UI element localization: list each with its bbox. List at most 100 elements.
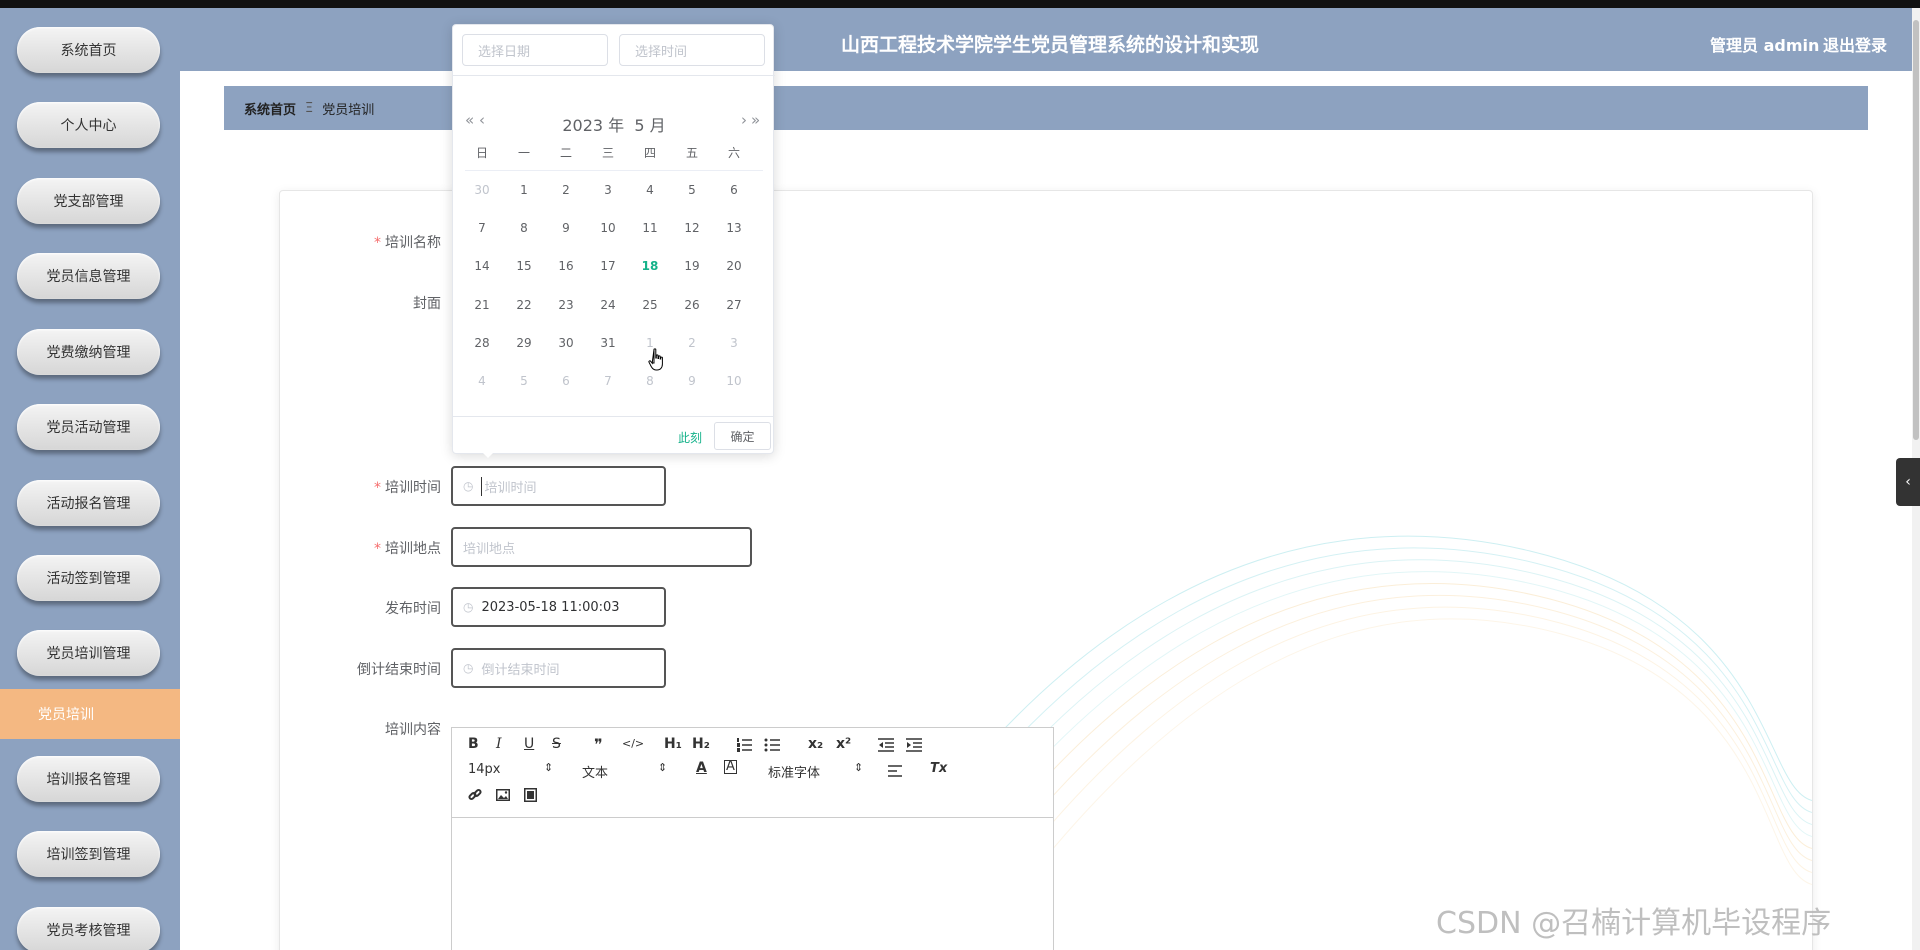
sidebar-item-training-manage[interactable]: 党员培训管理 — [17, 630, 160, 676]
clean-format-button[interactable]: Tx — [930, 761, 947, 776]
calendar-day[interactable]: 7 — [587, 374, 629, 388]
video-icon[interactable] — [524, 788, 537, 802]
calendar-day[interactable]: 6 — [713, 183, 755, 197]
strike-button[interactable]: S — [552, 736, 561, 752]
indent-increase-icon[interactable] — [906, 738, 922, 752]
calendar-day[interactable]: 24 — [587, 298, 629, 312]
calendar-day[interactable]: 3 — [587, 183, 629, 197]
calendar-day[interactable]: 29 — [503, 336, 545, 350]
sidebar-item-activities[interactable]: 党员活动管理 — [17, 404, 160, 450]
calendar-day[interactable]: 28 — [461, 336, 503, 350]
sidebar-item-assessment[interactable]: 党员考核管理 — [17, 907, 160, 950]
calendar-day[interactable]: 19 — [671, 259, 713, 273]
background-color-button[interactable]: A — [724, 760, 737, 774]
picker-month[interactable]: 5 月 — [634, 116, 665, 135]
logout-link[interactable]: 退出登录 — [1823, 32, 1887, 56]
breadcrumb-home[interactable]: 系统首页 — [244, 99, 296, 118]
blockquote-button[interactable]: ❞ — [594, 735, 603, 754]
calendar-day[interactable]: 23 — [545, 298, 587, 312]
bold-button[interactable]: B — [468, 736, 479, 752]
countdown-input[interactable]: ◷ 倒计结束时间 — [451, 648, 666, 688]
sidebar-item-branch[interactable]: 党支部管理 — [17, 178, 160, 224]
calendar-day[interactable]: 5 — [503, 374, 545, 388]
indent-decrease-icon[interactable] — [878, 738, 894, 752]
sidebar-item-dues[interactable]: 党费缴纳管理 — [17, 329, 160, 375]
scrollbar-thumb[interactable] — [1913, 20, 1919, 440]
calendar-day[interactable]: 16 — [545, 259, 587, 273]
image-icon[interactable] — [496, 789, 510, 801]
calendar-day[interactable]: 11 — [629, 221, 671, 235]
sidebar-item-member-info[interactable]: 党员信息管理 — [17, 253, 160, 299]
paragraph-select[interactable]: 文本 — [582, 762, 608, 781]
calendar-day[interactable]: 6 — [545, 374, 587, 388]
calendar-day[interactable]: 8 — [503, 221, 545, 235]
sidebar-item-activity-signup[interactable]: 活动报名管理 — [17, 480, 160, 526]
link-icon[interactable] — [468, 788, 482, 802]
font-color-button[interactable]: A — [696, 760, 707, 776]
training-place-input[interactable]: 培训地点 — [451, 527, 752, 567]
collapse-panel-button[interactable]: ‹ — [1896, 458, 1920, 506]
picker-time-input[interactable]: 选择时间 — [619, 34, 765, 66]
calendar-day[interactable]: 17 — [587, 259, 629, 273]
subscript-button[interactable]: x₂ — [808, 736, 823, 752]
calendar-day[interactable]: 5 — [671, 183, 713, 197]
calendar-day[interactable]: 22 — [503, 298, 545, 312]
calendar-day[interactable]: 1 — [503, 183, 545, 197]
header-1-button[interactable]: H₁ — [664, 736, 682, 752]
header-2-button[interactable]: H₂ — [692, 736, 710, 752]
picker-date-input[interactable]: 选择日期 — [462, 34, 608, 66]
calendar-day[interactable]: 7 — [461, 221, 503, 235]
calendar-day[interactable]: 14 — [461, 259, 503, 273]
sidebar-item-training-signup[interactable]: 培训报名管理 — [17, 756, 160, 802]
calendar-day[interactable]: 26 — [671, 298, 713, 312]
ordered-list-icon[interactable] — [736, 738, 752, 752]
sidebar-item-training-checkin[interactable]: 培训签到管理 — [17, 831, 160, 877]
calendar-day[interactable]: 25 — [629, 298, 671, 312]
sidebar-item-training-active[interactable]: 党员培训 — [0, 689, 180, 739]
underline-button[interactable]: U — [524, 736, 534, 752]
picker-year[interactable]: 2023 年 — [562, 116, 624, 135]
window-top-strip — [0, 0, 1920, 8]
calendar-day[interactable]: 2 — [545, 183, 587, 197]
sidebar: 系统首页 个人中心 党支部管理 党员信息管理 党费缴纳管理 党员活动管理 活动报… — [0, 8, 180, 950]
calendar-day[interactable]: 4 — [461, 374, 503, 388]
align-icon[interactable] — [888, 765, 902, 777]
field-label-training-place: * 培训地点 — [374, 541, 441, 557]
calendar-day[interactable]: 9 — [545, 221, 587, 235]
calendar-day[interactable]: 20 — [713, 259, 755, 273]
calendar-day[interactable]: 10 — [587, 221, 629, 235]
calendar-day[interactable]: 12 — [671, 221, 713, 235]
calendar-day[interactable]: 2 — [671, 336, 713, 350]
next-year-icon[interactable]: » — [751, 111, 760, 129]
calendar-day[interactable]: 30 — [545, 336, 587, 350]
sidebar-item-home[interactable]: 系统首页 — [17, 27, 160, 73]
code-block-button[interactable]: </> — [622, 737, 644, 750]
calendar-day[interactable]: 4 — [629, 183, 671, 197]
training-time-input[interactable]: ◷ 培训时间 — [451, 466, 666, 506]
sidebar-item-label: 活动签到管理 — [46, 571, 131, 587]
font-family-select[interactable]: 标准字体 — [768, 762, 820, 781]
calendar-day[interactable]: 3 — [713, 336, 755, 350]
sidebar-item-label: 培训签到管理 — [46, 847, 131, 863]
bullet-list-icon[interactable] — [764, 738, 780, 752]
superscript-button[interactable]: x² — [836, 736, 851, 752]
calendar-day[interactable]: 13 — [713, 221, 755, 235]
calendar-day[interactable]: 30 — [461, 183, 503, 197]
now-button[interactable]: 此刻 — [678, 429, 702, 446]
calendar-day[interactable]: 15 — [503, 259, 545, 273]
calendar-day[interactable]: 21 — [461, 298, 503, 312]
font-size-select[interactable]: 14px — [468, 762, 501, 777]
calendar-day[interactable]: 10 — [713, 374, 755, 388]
calendar-day[interactable]: 9 — [671, 374, 713, 388]
calendar-day[interactable]: 31 — [587, 336, 629, 350]
italic-button[interactable]: I — [496, 736, 502, 752]
calendar-day[interactable]: 8 — [629, 374, 671, 388]
calendar-day-today[interactable]: 18 — [629, 259, 671, 273]
sidebar-item-label: 党员培训 — [38, 707, 94, 723]
next-month-icon[interactable]: › — [741, 111, 747, 129]
sidebar-item-activity-checkin[interactable]: 活动签到管理 — [17, 555, 160, 601]
confirm-button[interactable]: 确定 — [714, 422, 771, 450]
publish-time-input[interactable]: ◷ 2023-05-18 11:00:03 — [451, 587, 666, 627]
calendar-day[interactable]: 27 — [713, 298, 755, 312]
sidebar-item-profile[interactable]: 个人中心 — [17, 102, 160, 148]
